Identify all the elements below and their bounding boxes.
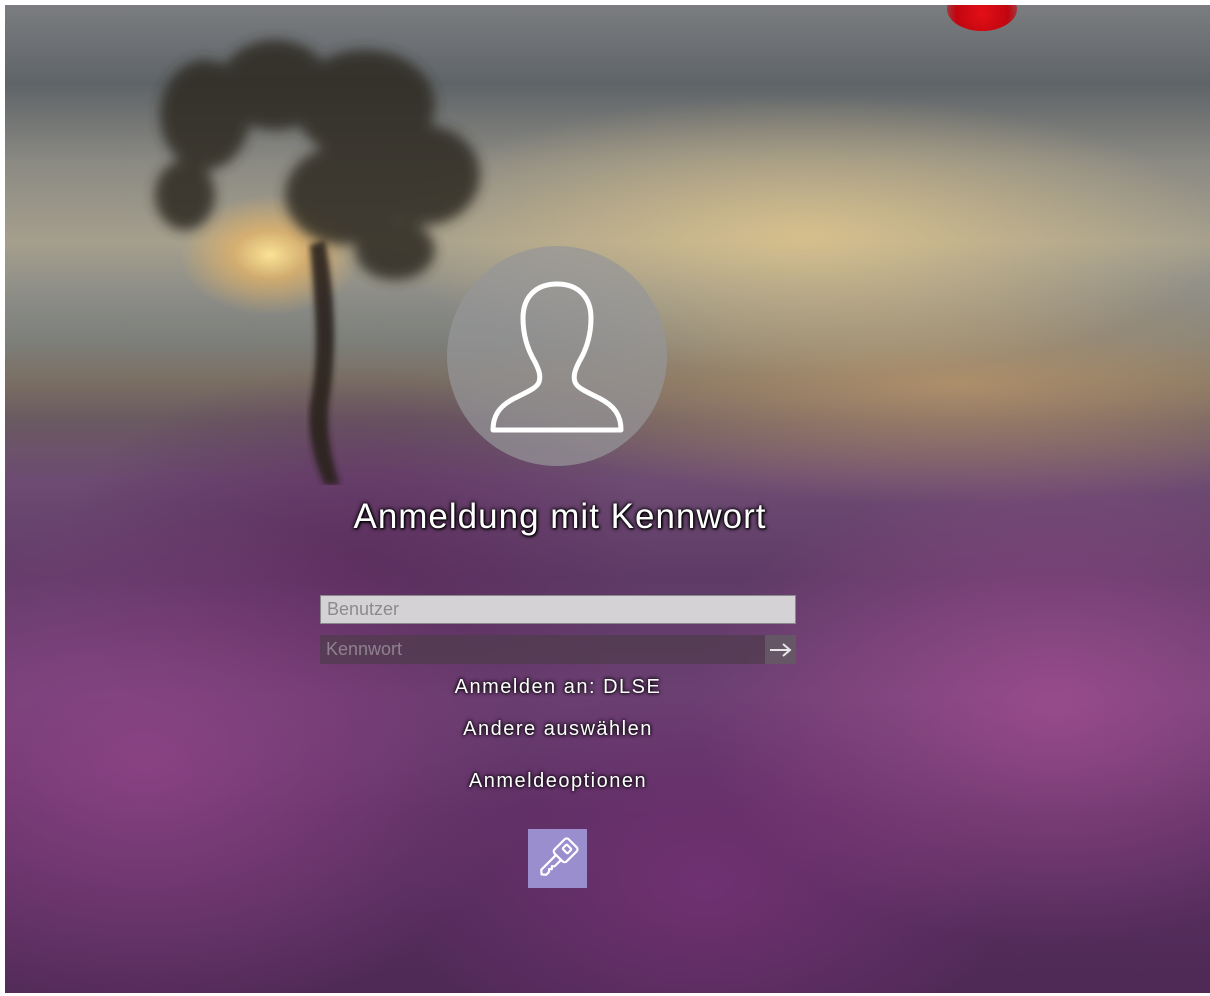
domain-label: Anmelden an: DLSE (454, 676, 662, 698)
page-title: Anmeldung mit Kennwort (353, 497, 767, 536)
user-avatar (447, 246, 667, 466)
submit-button[interactable] (765, 635, 796, 664)
login-screen: Anmeldung mit Kennwort Anmelden an: DLSE… (5, 5, 1210, 993)
username-input[interactable] (320, 595, 796, 624)
password-sign-in-option-button[interactable] (528, 829, 587, 888)
sign-in-options-link[interactable]: Anmeldeoptionen (5, 770, 1111, 793)
user-silhouette-icon (490, 281, 624, 433)
arrow-right-icon (770, 643, 792, 657)
switch-user-link[interactable]: Andere auswählen (5, 718, 1111, 741)
key-icon (540, 837, 579, 876)
password-input[interactable] (320, 635, 765, 664)
